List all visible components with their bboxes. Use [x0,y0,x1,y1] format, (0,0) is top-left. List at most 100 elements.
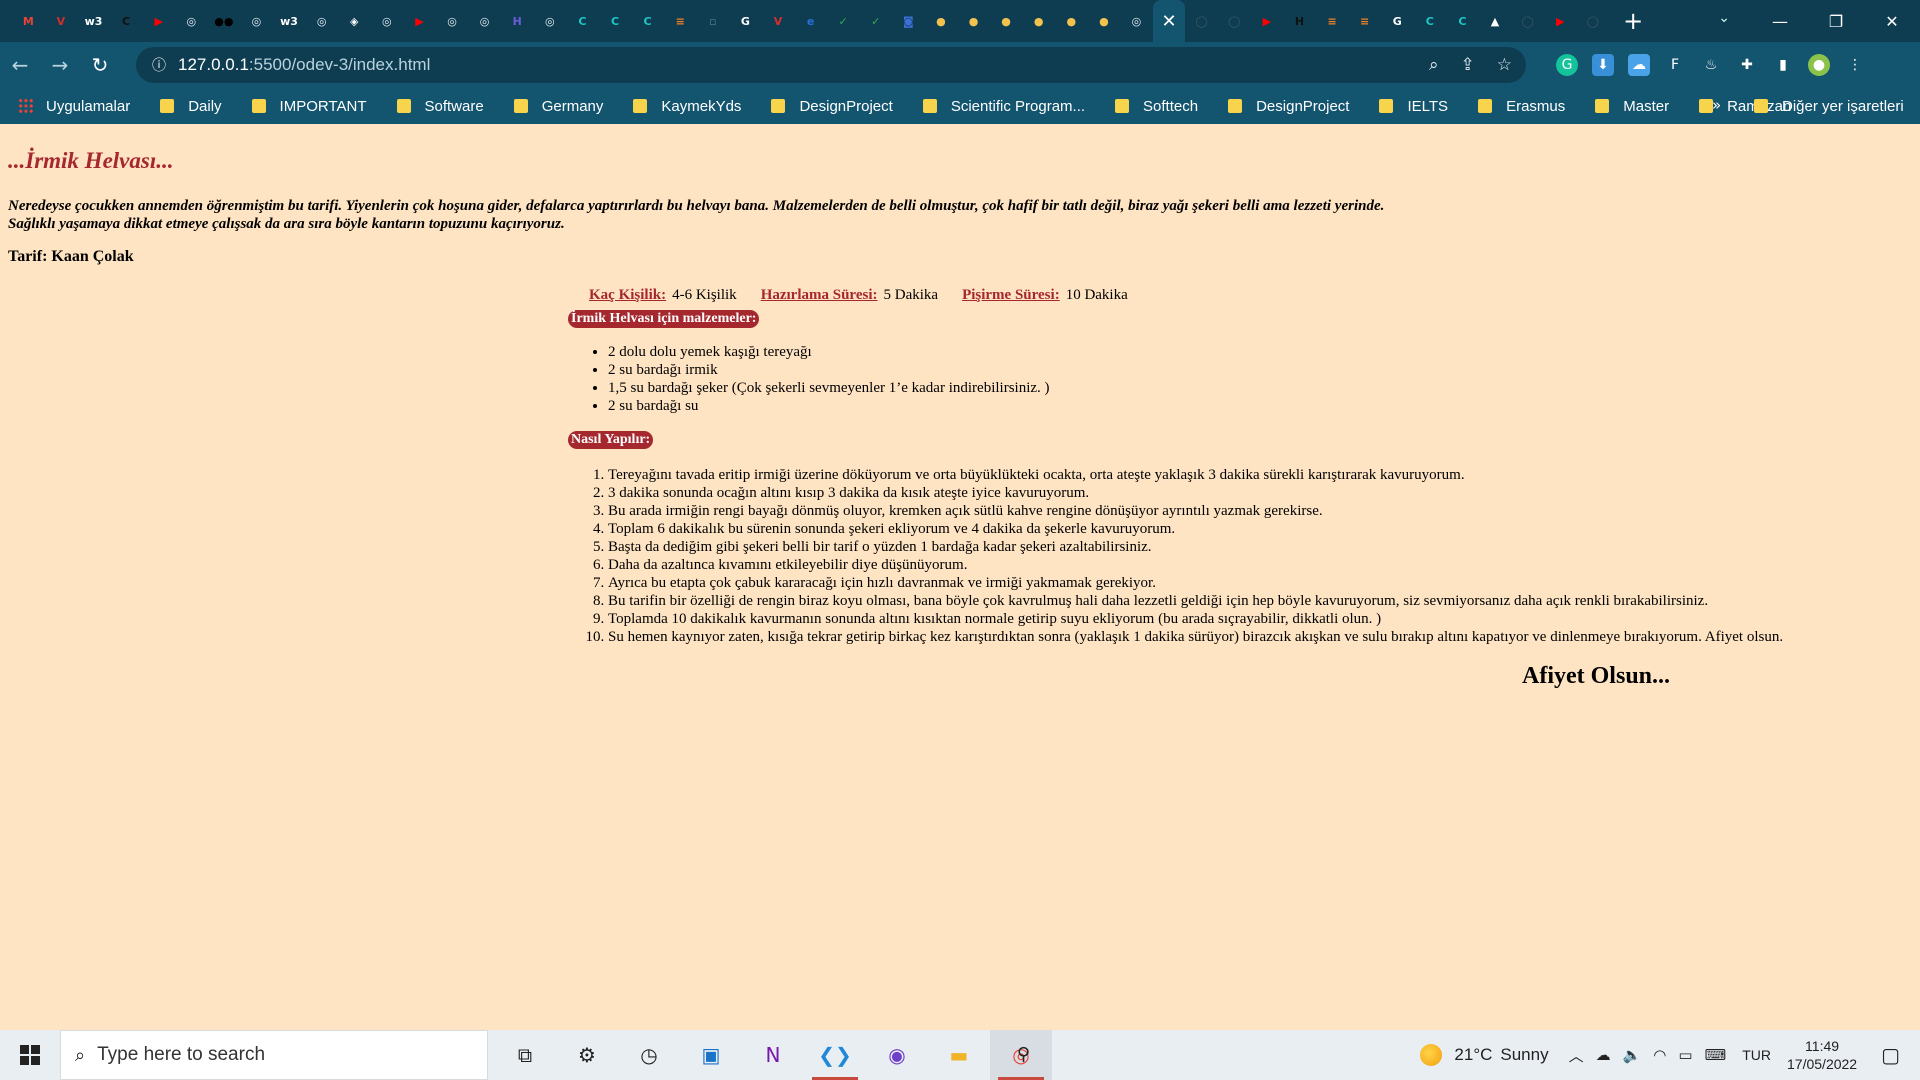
bookmark-folder[interactable]: Daily [160,98,222,115]
tab[interactable]: C [110,0,143,42]
profile-avatar[interactable]: ● [1808,54,1830,76]
tab[interactable]: V [762,0,795,42]
language-indicator[interactable]: TUR [1742,1047,1771,1063]
taskbar-app[interactable]: ▬ [928,1030,990,1080]
bookmark-apps[interactable]: Uygulamalar [18,98,130,115]
tab[interactable]: ◯ [1511,0,1544,42]
tab[interactable]: C [1446,0,1479,42]
weather-widget[interactable]: 21°C Sunny [1420,1044,1549,1066]
tab[interactable]: G [729,0,762,42]
extension-save-icon[interactable]: ⬇ [1592,54,1614,76]
taskbar-search-box[interactable]: ⌕ Type here to search [60,1030,488,1080]
bookmark-folder[interactable]: Scientific Program... [922,98,1085,115]
tab[interactable]: ● [1055,0,1088,42]
tab[interactable]: ≡ [664,0,697,42]
keyboard-icon[interactable]: ⌨ [1705,1046,1727,1064]
tab[interactable]: ▫ [696,0,729,42]
bookmark-folder[interactable]: KaymekYds [633,98,741,115]
taskbar-app[interactable]: ⚙ [556,1030,618,1080]
menu-kebab-icon[interactable]: ⋮ [1844,54,1866,76]
bookmark-folder[interactable]: Softtech [1115,98,1198,115]
zoom-icon[interactable]: ⌕ [1429,55,1439,75]
tab[interactable]: e [794,0,827,42]
tab[interactable]: ◎ [436,0,469,42]
new-tab-button[interactable]: + [1623,7,1643,35]
tab[interactable]: ▶ [1544,0,1577,42]
tab[interactable]: M [12,0,45,42]
taskbar-app[interactable]: ◉ [866,1030,928,1080]
tab[interactable]: C [1414,0,1447,42]
tab[interactable]: ● [1088,0,1121,42]
notification-icon[interactable]: ▢ [1881,1043,1900,1067]
taskbar-app[interactable]: N [742,1030,804,1080]
close-window-button[interactable]: ✕ [1864,0,1920,42]
restore-button[interactable]: ❐ [1808,0,1864,42]
reload-button[interactable]: ↻ [80,45,120,85]
bookmarks-overflow-button[interactable]: » [1712,96,1721,114]
extensions-puzzle-icon[interactable]: ✚ [1736,54,1758,76]
tab[interactable]: ◎ [371,0,404,42]
taskbar-app[interactable]: ⧉ [494,1030,556,1080]
tab[interactable]: ◯ [1218,0,1251,42]
tab[interactable]: ◎ [305,0,338,42]
tab[interactable]: ◯ [1577,0,1610,42]
back-button[interactable]: ← [0,45,40,85]
start-button[interactable] [0,1030,60,1080]
tab[interactable]: ▶ [1251,0,1284,42]
address-bar[interactable]: ⓘ 127.0.0.1 :5500/odev-3/index.html ⌕ ⇪ … [136,47,1526,83]
tab[interactable]: ● [957,0,990,42]
share-icon[interactable]: ⇪ [1461,55,1475,75]
extension-f-icon[interactable]: F [1664,54,1686,76]
tab-search-icon[interactable]: ⌄ [1718,10,1730,26]
taskbar-app[interactable]: ▣ [680,1030,742,1080]
tab[interactable]: ◎ [468,0,501,42]
forward-button[interactable]: → [40,45,80,85]
site-info-icon[interactable]: ⓘ [152,55,166,75]
tab[interactable]: ✓ [859,0,892,42]
bookmark-star-icon[interactable]: ☆ [1497,55,1512,75]
tab[interactable]: w3 [273,0,306,42]
bookmark-folder[interactable]: IMPORTANT [251,98,367,115]
tab[interactable]: w3 [77,0,110,42]
taskbar-app[interactable]: ❮❯ [804,1030,866,1080]
minimize-button[interactable]: — [1752,0,1808,42]
tab[interactable]: C [631,0,664,42]
tab[interactable]: ◎ [240,0,273,42]
tab[interactable]: ● [1022,0,1055,42]
bookmark-folder[interactable]: Software [396,98,484,115]
taskbar-clock[interactable]: 11:49 17/05/2022 [1787,1037,1857,1073]
tab[interactable]: C [566,0,599,42]
tab[interactable]: G [1381,0,1414,42]
side-panel-icon[interactable]: ▮ [1772,54,1794,76]
tab[interactable]: ◎ [534,0,567,42]
tab[interactable]: ◙ [892,0,925,42]
tab[interactable]: ● [990,0,1023,42]
battery-icon[interactable]: ▭ [1678,1046,1692,1064]
bookmark-folder[interactable]: DesignProject [771,98,893,115]
grammarly-icon[interactable]: G [1556,54,1578,76]
tab[interactable]: ●● [208,0,241,42]
tab[interactable]: ▶ [403,0,436,42]
chevron-up-icon[interactable]: ︿ [1569,1045,1584,1066]
close-icon[interactable]: ✕ [1162,11,1177,32]
people-icon[interactable]: ⚲ [1017,1044,1030,1065]
extension-cloud-icon[interactable]: ☁ [1628,54,1650,76]
extension-lamp-icon[interactable]: ♨ [1700,54,1722,76]
tab[interactable]: V [45,0,78,42]
taskbar-app[interactable]: ◷ [618,1030,680,1080]
tab[interactable]: ◎ [175,0,208,42]
bookmark-folder[interactable]: DesignProject [1228,98,1349,115]
tab[interactable]: H [1283,0,1316,42]
other-bookmarks[interactable]: Diğer yer işaretleri [1754,88,1904,124]
tab[interactable]: ≡ [1348,0,1381,42]
tab[interactable]: H [501,0,534,42]
tab[interactable]: ≡ [1316,0,1349,42]
tab[interactable]: ◎ [1120,0,1153,42]
tab[interactable]: ◯ [1185,0,1218,42]
bookmark-folder[interactable]: Master [1595,98,1669,115]
onedrive-icon[interactable]: ☁ [1596,1046,1611,1064]
bookmark-folder[interactable]: IELTS [1379,98,1448,115]
tab[interactable]: C [599,0,632,42]
tab[interactable]: ◈ [338,0,371,42]
tab[interactable]: ▲ [1479,0,1512,42]
